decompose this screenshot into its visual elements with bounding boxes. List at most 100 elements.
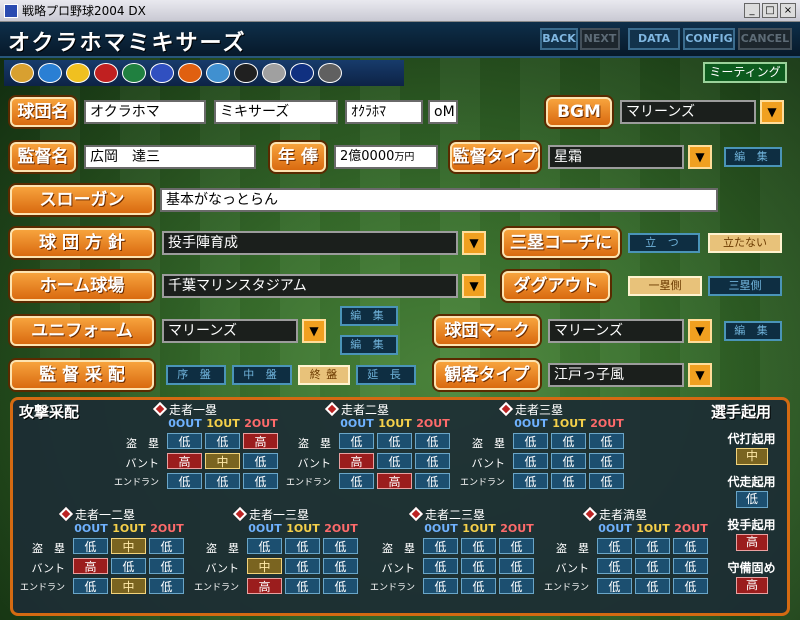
- tactic-cell[interactable]: 中: [111, 538, 146, 554]
- tactic-cell[interactable]: 低: [205, 473, 240, 489]
- tactic-cell[interactable]: 低: [247, 538, 282, 554]
- data-button[interactable]: DATA: [628, 28, 680, 50]
- home-stadium-select[interactable]: 千葉マリンスタジアム: [162, 274, 458, 298]
- tactic-cell[interactable]: 低: [499, 578, 534, 594]
- tactic-cell[interactable]: 低: [673, 538, 708, 554]
- meeting-button[interactable]: ミーティング: [703, 62, 787, 83]
- tactic-cell[interactable]: 高: [167, 453, 202, 469]
- tactic-cell[interactable]: 高: [339, 453, 374, 469]
- close-button[interactable]: ×: [780, 3, 796, 18]
- tactic-cell[interactable]: 低: [461, 558, 496, 574]
- tactics-early-button[interactable]: 序 盤: [166, 365, 226, 385]
- player-usage-value[interactable]: 高: [736, 577, 768, 594]
- uniform-dropdown-icon[interactable]: ▼: [302, 319, 326, 343]
- manager-name-field[interactable]: 広岡 達三: [84, 145, 256, 169]
- tactic-cell[interactable]: 低: [673, 558, 708, 574]
- tactic-cell[interactable]: 低: [323, 558, 358, 574]
- tactic-cell[interactable]: 低: [73, 538, 108, 554]
- tactic-cell[interactable]: 低: [423, 558, 458, 574]
- tactic-cell[interactable]: 低: [423, 538, 458, 554]
- tactic-cell[interactable]: 低: [513, 433, 548, 449]
- tactic-cell[interactable]: 低: [377, 433, 412, 449]
- tactic-cell[interactable]: 高: [73, 558, 108, 574]
- tactic-cell[interactable]: 低: [673, 578, 708, 594]
- tactic-cell[interactable]: 低: [149, 538, 184, 554]
- team-city-field[interactable]: オクラホマ: [84, 100, 206, 124]
- team-short-field[interactable]: ｵｸﾗﾎﾏ: [345, 100, 423, 124]
- salary-field[interactable]: 2億0000万円: [334, 145, 438, 169]
- tactic-cell[interactable]: 低: [285, 538, 320, 554]
- tactic-cell[interactable]: 低: [205, 433, 240, 449]
- player-usage-value[interactable]: 低: [736, 491, 768, 508]
- tactic-cell[interactable]: 低: [149, 558, 184, 574]
- bgm-dropdown-icon[interactable]: ▼: [760, 100, 784, 124]
- tactic-cell[interactable]: 低: [167, 433, 202, 449]
- tactic-cell[interactable]: 低: [339, 433, 374, 449]
- maximize-button[interactable]: □: [762, 3, 778, 18]
- manager-type-dropdown-icon[interactable]: ▼: [688, 145, 712, 169]
- third-coach-not-stand-button[interactable]: 立たない: [708, 233, 782, 253]
- policy-dropdown-icon[interactable]: ▼: [462, 231, 486, 255]
- player-usage-value[interactable]: 中: [736, 448, 768, 465]
- tactic-cell[interactable]: 低: [597, 558, 632, 574]
- tactic-cell[interactable]: 低: [243, 453, 278, 469]
- back-button[interactable]: BACK: [540, 28, 578, 50]
- manager-type-select[interactable]: 星霜: [548, 145, 684, 169]
- tactic-cell[interactable]: 低: [597, 578, 632, 594]
- config-button[interactable]: CONFIG: [683, 28, 735, 50]
- tactic-cell[interactable]: 低: [635, 578, 670, 594]
- dugout-third-base-button[interactable]: 三塁側: [708, 276, 782, 296]
- tactic-cell[interactable]: 低: [589, 433, 624, 449]
- player-usage-value[interactable]: 高: [736, 534, 768, 551]
- manager-type-edit-button[interactable]: 編 集: [724, 147, 782, 167]
- tactic-cell[interactable]: 低: [323, 578, 358, 594]
- tactic-cell[interactable]: 低: [513, 473, 548, 489]
- bgm-select[interactable]: マリーンズ: [620, 100, 756, 124]
- tactic-cell[interactable]: 低: [243, 473, 278, 489]
- uniform-edit-button-1[interactable]: 編 集: [340, 306, 398, 326]
- dugout-first-base-button[interactable]: 一塁側: [628, 276, 702, 296]
- policy-select[interactable]: 投手陣育成: [162, 231, 458, 255]
- tactic-cell[interactable]: 低: [551, 433, 586, 449]
- tactic-cell[interactable]: 低: [513, 453, 548, 469]
- tactic-cell[interactable]: 低: [551, 473, 586, 489]
- tactic-cell[interactable]: 低: [285, 578, 320, 594]
- slogan-field[interactable]: 基本がなっとらん: [160, 188, 718, 212]
- tactic-cell[interactable]: 低: [111, 558, 146, 574]
- next-button[interactable]: NEXT: [580, 28, 620, 50]
- tactics-late-button[interactable]: 終 盤: [298, 365, 350, 385]
- team-nick-field[interactable]: ミキサーズ: [214, 100, 338, 124]
- tactic-cell[interactable]: 低: [323, 538, 358, 554]
- home-stadium-dropdown-icon[interactable]: ▼: [462, 274, 486, 298]
- audience-type-dropdown-icon[interactable]: ▼: [688, 363, 712, 387]
- tactic-cell[interactable]: 低: [551, 453, 586, 469]
- tactic-cell[interactable]: 低: [499, 538, 534, 554]
- tactic-cell[interactable]: 高: [243, 433, 278, 449]
- tactic-cell[interactable]: 低: [377, 453, 412, 469]
- tactic-cell[interactable]: 低: [597, 538, 632, 554]
- tactic-cell[interactable]: 低: [415, 473, 450, 489]
- team-mark-dropdown-icon[interactable]: ▼: [688, 319, 712, 343]
- tactic-cell[interactable]: 低: [73, 578, 108, 594]
- tactic-cell[interactable]: 高: [247, 578, 282, 594]
- tactic-cell[interactable]: 低: [415, 433, 450, 449]
- tactic-cell[interactable]: 高: [377, 473, 412, 489]
- tactic-cell[interactable]: 低: [167, 473, 202, 489]
- tactic-cell[interactable]: 低: [635, 538, 670, 554]
- minimize-button[interactable]: _: [744, 3, 760, 18]
- tactic-cell[interactable]: 低: [339, 473, 374, 489]
- tactic-cell[interactable]: 低: [461, 538, 496, 554]
- tactic-cell[interactable]: 低: [415, 453, 450, 469]
- tactic-cell[interactable]: 低: [499, 558, 534, 574]
- uniform-select[interactable]: マリーンズ: [162, 319, 298, 343]
- audience-type-select[interactable]: 江戸っ子風: [548, 363, 684, 387]
- team-mark-edit-button[interactable]: 編 集: [724, 321, 782, 341]
- tactic-cell[interactable]: 中: [111, 578, 146, 594]
- third-coach-stand-button[interactable]: 立 つ: [628, 233, 700, 253]
- tactic-cell[interactable]: 低: [423, 578, 458, 594]
- team-abbr-field[interactable]: oM: [428, 100, 458, 124]
- tactic-cell[interactable]: 低: [589, 473, 624, 489]
- tactic-cell[interactable]: 低: [635, 558, 670, 574]
- tactic-cell[interactable]: 低: [285, 558, 320, 574]
- uniform-edit-button-2[interactable]: 編 集: [340, 335, 398, 355]
